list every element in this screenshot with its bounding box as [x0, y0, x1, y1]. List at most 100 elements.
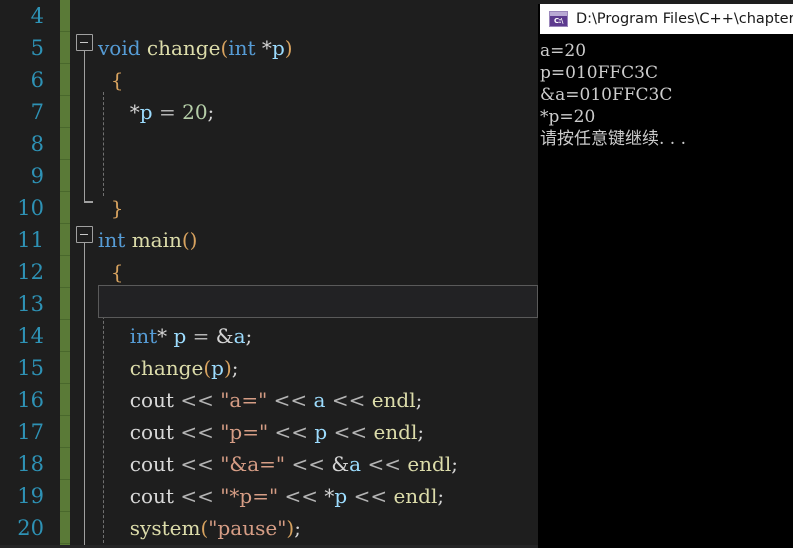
- code-token: cout: [129, 484, 174, 508]
- code-token: "&a=": [220, 452, 286, 476]
- code-token: int: [98, 228, 126, 252]
- code-token: p: [314, 420, 328, 444]
- code-token: endl: [371, 388, 416, 412]
- code-line-row[interactable]: 12 {: [0, 256, 538, 288]
- line-number: 13: [17, 292, 44, 316]
- code-token: ;: [415, 388, 423, 412]
- code-token: <<: [180, 388, 214, 412]
- screen-root: 4 5 void change(int *p) 6 {7 *p = 20; 8 9 10 }…: [0, 0, 793, 548]
- console-title-bar[interactable]: C:\ D:\Program Files\C++\chapter: [540, 4, 793, 34]
- code-token: p: [334, 484, 348, 508]
- code-token: =: [192, 324, 210, 348]
- line-number: 19: [17, 484, 44, 508]
- code-line-row[interactable]: 13 int a = 10;: [0, 288, 538, 320]
- code-token: 10: [204, 292, 231, 316]
- code-token: ;: [451, 452, 458, 476]
- console-output-line: *p=20: [540, 107, 596, 127]
- code-line-text: int a = 10;: [98, 288, 237, 320]
- code-line-row[interactable]: 18 cout << "&a=" << &a << endl;: [0, 448, 538, 480]
- code-token: ;: [437, 484, 445, 508]
- code-token: <<: [353, 484, 388, 508]
- code-token: <<: [291, 452, 325, 476]
- code-line-row[interactable]: 4: [0, 0, 538, 32]
- code-line-row[interactable]: 16 cout << "a=" << a << endl;: [0, 384, 538, 416]
- code-line-row[interactable]: 10 }: [0, 192, 538, 224]
- code-token: a: [163, 292, 176, 316]
- code-token: =: [181, 292, 199, 316]
- line-number: 6: [30, 68, 44, 92]
- code-token: <<: [180, 420, 214, 444]
- code-line-row[interactable]: 15 change(p);: [0, 352, 538, 384]
- code-line-row[interactable]: 8: [0, 128, 538, 160]
- code-token: *: [98, 100, 140, 124]
- code-line-row[interactable]: 5 void change(int *p): [0, 32, 538, 64]
- code-token: =: [158, 100, 176, 124]
- code-token: a: [313, 388, 326, 412]
- console-window[interactable]: C:\ D:\Program Files\C++\chapter a=20 p=0…: [538, 4, 793, 548]
- code-token: *: [318, 484, 335, 508]
- code-token: main: [131, 228, 182, 252]
- code-line-text: cout << "*p=" << *p << endl;: [98, 480, 444, 512]
- code-token: int: [228, 36, 256, 60]
- line-number: 18: [17, 452, 44, 476]
- code-line-row[interactable]: 6 {: [0, 64, 538, 96]
- code-token: ): [284, 36, 293, 60]
- code-line-row[interactable]: 9: [0, 160, 538, 192]
- console-output-line: p=010FFC3C: [540, 63, 658, 83]
- code-token: <<: [180, 484, 214, 508]
- line-number: 11: [17, 228, 44, 252]
- line-number: 8: [30, 132, 44, 156]
- code-token: ;: [207, 100, 215, 124]
- code-token: ;: [417, 420, 425, 444]
- code-token: p: [211, 356, 224, 380]
- console-output-line: a=20: [540, 41, 587, 61]
- code-token: cout: [129, 452, 174, 476]
- code-token: int: [129, 324, 158, 348]
- code-token: ;: [231, 356, 239, 380]
- line-number: 15: [17, 356, 44, 380]
- code-line-row[interactable]: 17 cout << "p=" << p << endl;: [0, 416, 538, 448]
- code-line-text: cout << "p=" << p << endl;: [98, 416, 424, 448]
- indent-guide: [103, 92, 104, 196]
- code-token: change: [129, 356, 204, 380]
- code-line-row[interactable]: 20 system("pause");: [0, 512, 538, 544]
- indent-guide: [103, 286, 104, 548]
- code-token: ;: [230, 292, 238, 316]
- code-line-row[interactable]: 19 cout << "*p=" << *p << endl;: [0, 480, 538, 512]
- code-line-row[interactable]: 7 *p = 20;: [0, 96, 538, 128]
- code-token: <<: [284, 484, 319, 508]
- code-token: p: [139, 100, 153, 124]
- console-output-area[interactable]: a=20 p=010FFC3C &a=010FFC3C *p=20 请按任意键继续. .…: [538, 34, 793, 548]
- code-token: p: [271, 36, 285, 60]
- line-number: 4: [30, 4, 44, 28]
- code-token: endl: [407, 452, 452, 476]
- code-line-text: {: [98, 64, 124, 96]
- code-token: 20: [182, 100, 208, 124]
- console-icon-text: C:\: [554, 16, 564, 25]
- code-line-row[interactable]: 14 int* p = &a;: [0, 320, 538, 352]
- code-token: endl: [373, 420, 418, 444]
- code-token: *: [255, 36, 272, 60]
- code-token: "*p=": [220, 484, 279, 508]
- code-line-text: change(p);: [98, 352, 239, 384]
- code-line-text: int main(): [98, 224, 197, 256]
- code-token: int: [129, 292, 158, 316]
- code-token: {: [98, 260, 124, 284]
- console-output-line: 请按任意键继续. . .: [540, 129, 687, 149]
- code-token: p: [173, 324, 187, 348]
- code-token: &: [209, 324, 234, 348]
- code-token: <<: [180, 452, 214, 476]
- console-title-text: D:\Program Files\C++\chapter: [576, 11, 793, 27]
- code-editor-pane[interactable]: 4 5 void change(int *p) 6 {7 *p = 20; 8 9 10 }…: [0, 0, 538, 548]
- code-line-row[interactable]: 11 int main(): [0, 224, 538, 256]
- code-token: "a=": [220, 388, 268, 412]
- code-token: &: [324, 452, 350, 476]
- code-token: <<: [367, 452, 401, 476]
- code-token: ;: [294, 516, 301, 540]
- code-token: a: [349, 452, 362, 476]
- code-token: "p=": [220, 420, 269, 444]
- line-number: 20: [17, 516, 44, 540]
- code-token: cout: [129, 388, 174, 412]
- console-window-icon: C:\: [549, 11, 568, 27]
- line-number: 7: [30, 100, 44, 124]
